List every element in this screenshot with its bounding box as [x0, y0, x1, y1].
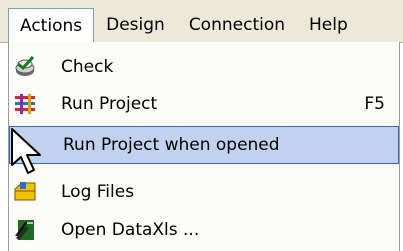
menu-item-open-dataxls-label: Open DataXls ...: [61, 220, 200, 240]
menu-item-run-project-shortcut: F5: [364, 94, 385, 114]
menu-design[interactable]: Design: [94, 8, 177, 42]
actions-dropdown-menu: Check Run Project F5 Run Project when op…: [8, 42, 400, 251]
menu-actions[interactable]: Actions: [8, 8, 95, 42]
menu-item-log-files[interactable]: Log Files: [9, 174, 399, 210]
menu-item-run-project[interactable]: Run Project F5: [9, 86, 399, 122]
menu-item-check[interactable]: Check: [9, 49, 399, 85]
check-icon: [15, 55, 35, 76]
menu-item-check-label: Check: [61, 57, 114, 77]
open-dataxls-icon: [15, 220, 34, 240]
menu-item-run-project-when-opened-label: Run Project when opened: [63, 135, 280, 155]
menu-item-run-project-when-opened[interactable]: Run Project when opened: [9, 126, 399, 164]
menu-item-open-dataxls[interactable]: Open DataXls ...: [9, 212, 399, 248]
menu-help[interactable]: Help: [297, 8, 360, 42]
menu-item-log-files-label: Log Files: [61, 182, 135, 202]
run-project-icon: [15, 94, 35, 114]
menu-item-run-project-label: Run Project: [61, 94, 158, 114]
log-files-icon: [14, 182, 36, 201]
menu-connection[interactable]: Connection: [177, 8, 297, 42]
menu-bar: Actions Design Connection Help: [0, 0, 403, 43]
